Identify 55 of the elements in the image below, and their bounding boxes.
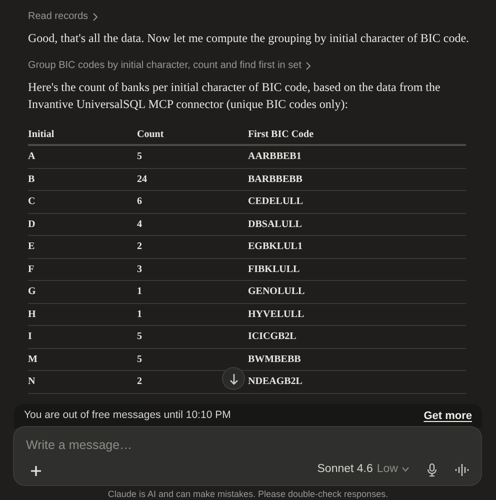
table-cell-text: CEDELULL	[248, 195, 304, 210]
table-cell-text: NDEAGB2L	[248, 375, 302, 390]
table-cell-text: E	[28, 240, 35, 254]
caret-icon	[402, 467, 409, 472]
plus-icon[interactable]	[31, 466, 41, 476]
table-cell-text: D	[28, 218, 36, 232]
table-cell-text: I	[28, 330, 32, 344]
table-cell-text: 6	[137, 195, 142, 210]
limit-notice: You are out of free messages until 10:10 PM	[24, 408, 231, 424]
table-cell-text: BWMBEBB	[248, 352, 301, 367]
table-cell-text: H	[28, 308, 36, 322]
chevron-right-icon	[93, 12, 98, 20]
table-cell-text: 1	[137, 308, 142, 322]
table-cell-text: FIBKLULL	[248, 262, 300, 277]
table-cell-text: 5	[137, 330, 142, 344]
table-cell-text: BARBBEBB	[248, 172, 302, 187]
effort-level: Low	[376, 462, 398, 477]
table-cell-text: 5	[137, 352, 142, 367]
table-cell-text: 1	[137, 285, 142, 300]
model-name: Sonnet 4.6	[317, 462, 373, 477]
table-cell-text: 2	[137, 375, 142, 390]
table-cell-text: DBSALULL	[248, 218, 302, 232]
table-cell-text: G	[28, 285, 36, 300]
table-cell-text: C	[28, 195, 36, 210]
chevron-right-icon	[306, 62, 312, 70]
table-cell-text: 3	[137, 262, 142, 277]
message-text: Here's the count of banks per initial character of BIC code, based on the data from the Invantive UniversalSQL MCP connector (unique BIC codes only):	[28, 79, 442, 113]
tool-step-link[interactable]: Read records	[28, 9, 88, 24]
table-cell-text: M	[28, 352, 38, 367]
disclaimer-text: Claude is AI and can make mistakes. Please double-check responses.	[106, 489, 390, 500]
table-cell-text: F	[28, 262, 34, 277]
microphone-icon[interactable]	[427, 462, 437, 477]
table-cell-text: B	[28, 172, 35, 187]
column-header: Initial	[28, 128, 56, 142]
scroll-down-button[interactable]	[222, 367, 245, 390]
table-cell-text: AARBBEB1	[248, 150, 302, 164]
table-cell-text: GENOLULL	[248, 285, 305, 300]
message-text: Good, that's all the data. Now let me compute the grouping by initial character of BIC code.	[28, 30, 470, 47]
table-cell-text: 5	[137, 150, 142, 164]
table-cell-text: 24	[137, 172, 147, 187]
get-more-link[interactable]: Get more	[424, 408, 472, 424]
table-cell-text: 4	[137, 218, 142, 232]
down-arrow-icon	[228, 372, 238, 384]
table-cell-text: ICICGB2L	[248, 330, 296, 344]
table-cell-text: A	[28, 150, 36, 164]
table-cell-text: 2	[137, 240, 142, 254]
table-cell-text: N	[28, 375, 36, 390]
model-selector[interactable]: Sonnet 4.6 Low	[317, 461, 409, 478]
message-field[interactable]: Write a message… Sonnet 4.6 Low	[13, 426, 482, 486]
table-cell-text: EGBKLUL1	[248, 240, 302, 254]
voice-wave-icon[interactable]	[455, 462, 469, 477]
tool-step-link[interactable]: Group BIC codes by initial character, count and find first in set	[28, 58, 302, 73]
column-header: First BIC Code	[248, 128, 315, 142]
table-cell-text: HYVELULL	[248, 308, 304, 322]
column-header: Count	[137, 128, 165, 142]
